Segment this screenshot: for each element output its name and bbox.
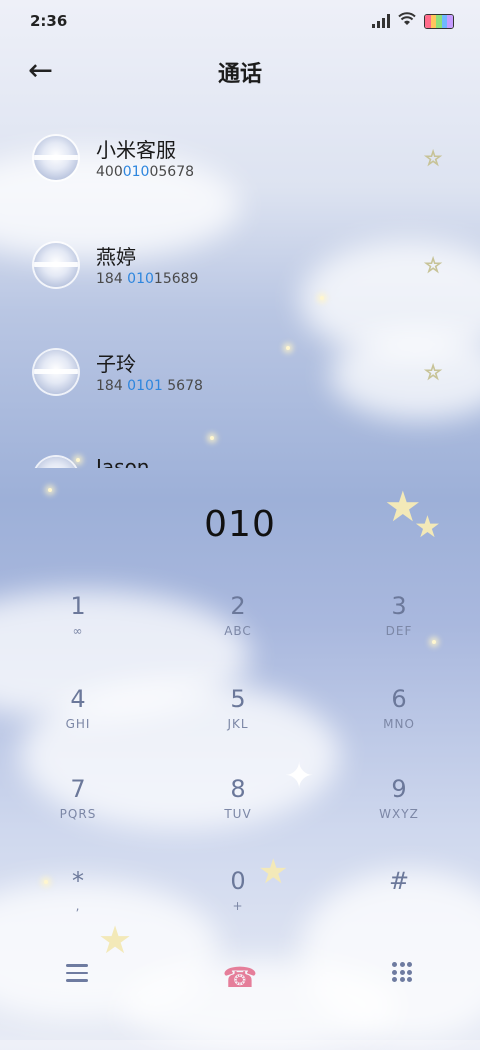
key-digit: 0	[230, 867, 246, 895]
favorite-star-icon[interactable]: ☆	[424, 360, 443, 385]
key-letters: DEF	[385, 624, 413, 638]
status-icons	[372, 12, 454, 30]
contact-name: 子玲	[96, 352, 136, 376]
key-4[interactable]: 4 GHI	[18, 683, 138, 763]
key-7[interactable]: 7 PQRS	[18, 773, 138, 853]
status-time: 2:36	[30, 12, 68, 30]
wifi-icon	[398, 12, 416, 30]
key-digit: 2	[230, 592, 246, 620]
key-3[interactable]: 3 DEF	[339, 590, 459, 670]
favorite-star-icon[interactable]: ☆	[424, 253, 443, 278]
key-digit: 5	[230, 685, 246, 713]
key-letters: TUV	[224, 807, 252, 821]
key-2[interactable]: 2 ABC	[178, 590, 298, 670]
contact-number: 40001005678	[96, 164, 195, 180]
avatar	[34, 136, 78, 180]
key-digit: 1	[70, 592, 86, 620]
contact-row[interactable]: 小米客服 40001005678 ☆	[0, 104, 480, 211]
key-1[interactable]: 1 ∞	[18, 590, 138, 670]
key-letters: MNO	[383, 717, 415, 731]
contact-number: 184 0101 5678	[96, 378, 203, 394]
key-letters: PQRS	[59, 807, 97, 821]
bottom-bar: ☎	[0, 946, 480, 1006]
avatar	[34, 350, 78, 394]
status-bar: 2:36	[0, 0, 480, 40]
key-star[interactable]: * ,	[18, 865, 138, 945]
header: ← 通话	[0, 40, 480, 104]
dialpad-toggle-icon[interactable]	[392, 962, 412, 982]
contact-name: 小米客服	[96, 138, 176, 162]
battery-icon	[424, 13, 454, 29]
key-digit: 6	[391, 685, 407, 713]
contact-row[interactable]: Jason	[0, 425, 480, 468]
avatar	[34, 457, 78, 468]
key-digit: *	[72, 867, 84, 895]
contact-row[interactable]: 燕婷 184 01015689 ☆	[0, 211, 480, 318]
key-hash[interactable]: #	[339, 865, 459, 945]
contact-row[interactable]: 子玲 184 0101 5678 ☆	[0, 318, 480, 425]
key-letters: WXYZ	[379, 807, 419, 821]
dialed-number-display[interactable]: 010	[0, 504, 480, 545]
key-letters: ,	[75, 899, 81, 913]
key-digit: 4	[70, 685, 86, 713]
key-0[interactable]: 0 +	[178, 865, 298, 945]
key-digit: #	[388, 867, 410, 895]
key-digit: 7	[70, 775, 86, 803]
signal-icon	[372, 14, 390, 28]
avatar	[34, 243, 78, 287]
favorite-star-icon[interactable]: ☆	[424, 146, 443, 171]
key-9[interactable]: 9 WXYZ	[339, 773, 459, 853]
contact-name: Jason	[96, 455, 150, 468]
page-title: 通话	[217, 62, 262, 87]
key-letters: ABC	[224, 624, 252, 638]
menu-icon[interactable]	[66, 964, 88, 987]
contact-number: 184 01015689	[96, 271, 199, 287]
key-8[interactable]: 8 TUV	[178, 773, 298, 853]
voicemail-icon: ∞	[72, 624, 84, 638]
key-letters: GHI	[65, 717, 91, 731]
contact-suggestions-list[interactable]: 小米客服 40001005678 ☆ 燕婷 184 01015689 ☆ 子玲 …	[0, 104, 480, 468]
key-digit: 8	[230, 775, 246, 803]
key-5[interactable]: 5 JKL	[178, 683, 298, 763]
contact-name: 燕婷	[96, 245, 136, 269]
call-button-icon[interactable]: ☎	[220, 958, 260, 998]
key-digit: 9	[391, 775, 407, 803]
key-digit: 3	[391, 592, 407, 620]
key-6[interactable]: 6 MNO	[339, 683, 459, 763]
key-letters: JKL	[227, 717, 249, 731]
key-letters: +	[232, 899, 244, 913]
